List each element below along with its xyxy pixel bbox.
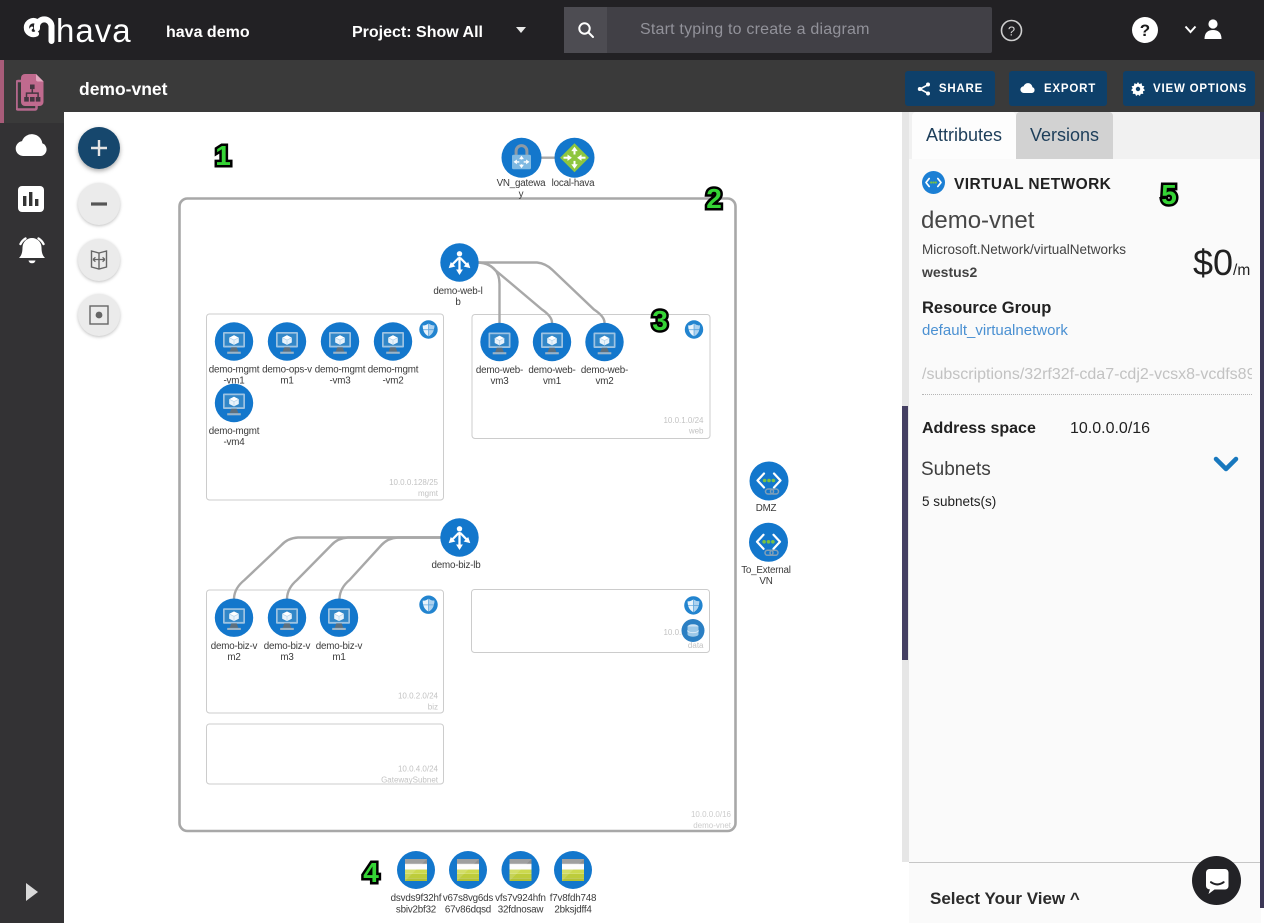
svg-text:-vm2: -vm2 bbox=[383, 376, 404, 387]
svg-text:demo-web-: demo-web- bbox=[581, 365, 628, 376]
svg-text:m2: m2 bbox=[227, 652, 240, 663]
svg-text:v67s8vg6ds: v67s8vg6ds bbox=[443, 893, 494, 904]
svg-text:web: web bbox=[688, 427, 704, 436]
svg-text:m1: m1 bbox=[332, 652, 345, 663]
svg-text:VN_gatewa: VN_gatewa bbox=[497, 178, 547, 189]
svg-text:DMZ: DMZ bbox=[756, 503, 777, 514]
svg-text:demo-ops-v: demo-ops-v bbox=[262, 365, 312, 376]
svg-text:10.0.2.0/24: 10.0.2.0/24 bbox=[398, 692, 439, 701]
svg-text:vm1: vm1 bbox=[543, 376, 561, 387]
svg-text:m1: m1 bbox=[280, 376, 293, 387]
svg-text:-vm4: -vm4 bbox=[224, 437, 246, 448]
svg-text:GatewaySubnet: GatewaySubnet bbox=[381, 776, 439, 785]
svg-text:demo-web-: demo-web- bbox=[476, 365, 523, 376]
svg-text:2: 2 bbox=[706, 183, 722, 214]
svg-text:demo-web-: demo-web- bbox=[528, 365, 575, 376]
svg-text:f7v8fdh748: f7v8fdh748 bbox=[550, 893, 597, 904]
svg-text:vm3: vm3 bbox=[491, 376, 510, 387]
svg-text:3: 3 bbox=[652, 305, 668, 336]
svg-text:b: b bbox=[455, 297, 461, 308]
svg-text:4: 4 bbox=[363, 857, 379, 888]
svg-text:data: data bbox=[688, 641, 704, 650]
svg-text:m3: m3 bbox=[280, 652, 294, 663]
svg-text:dsvds9f32hf: dsvds9f32hf bbox=[391, 893, 442, 904]
svg-text:?: ? bbox=[1140, 21, 1150, 40]
svg-text:-vm3: -vm3 bbox=[330, 376, 352, 387]
svg-text:-vm1: -vm1 bbox=[224, 376, 245, 387]
svg-text:10.0.4.0/24: 10.0.4.0/24 bbox=[398, 765, 439, 774]
svg-text:10.0.1.0/24: 10.0.1.0/24 bbox=[663, 416, 704, 425]
svg-text:demo-mgmt: demo-mgmt bbox=[209, 426, 260, 437]
svg-text:demo-mgmt: demo-mgmt bbox=[209, 365, 260, 376]
svg-text:67v86dqsd: 67v86dqsd bbox=[445, 905, 491, 916]
svg-text:demo-biz-v: demo-biz-v bbox=[316, 641, 363, 652]
svg-text:y: y bbox=[519, 189, 524, 200]
svg-text:32fdnosaw: 32fdnosaw bbox=[498, 905, 545, 916]
svg-text:demo-biz-v: demo-biz-v bbox=[264, 641, 311, 652]
svg-text:local-hava: local-hava bbox=[552, 178, 595, 189]
svg-text:?: ? bbox=[1008, 24, 1015, 39]
svg-text:1: 1 bbox=[215, 140, 231, 171]
svg-text:10.0.0.0/16: 10.0.0.0/16 bbox=[691, 810, 732, 819]
svg-text:demo-web-l: demo-web-l bbox=[433, 286, 482, 297]
svg-text:vfs7v924hfn: vfs7v924hfn bbox=[495, 893, 546, 904]
svg-text:sbiv2bf32: sbiv2bf32 bbox=[396, 905, 436, 916]
svg-text:5: 5 bbox=[1161, 179, 1177, 210]
svg-text:mgmt: mgmt bbox=[418, 489, 439, 498]
svg-text:2bksjdff4: 2bksjdff4 bbox=[554, 905, 592, 916]
svg-text:demo-biz-v: demo-biz-v bbox=[211, 641, 258, 652]
svg-text:demo-biz-lb: demo-biz-lb bbox=[432, 560, 482, 571]
svg-text:To_External: To_External bbox=[741, 565, 791, 576]
svg-text:10.0.0.128/25: 10.0.0.128/25 bbox=[389, 478, 438, 487]
svg-text:demo-mgmt: demo-mgmt bbox=[315, 365, 366, 376]
svg-text:demo-vnet: demo-vnet bbox=[693, 821, 732, 830]
svg-text:biz: biz bbox=[428, 703, 438, 712]
svg-text:VN: VN bbox=[759, 576, 772, 587]
svg-text:demo-mgmt: demo-mgmt bbox=[368, 365, 419, 376]
svg-text:vm2: vm2 bbox=[596, 376, 614, 387]
